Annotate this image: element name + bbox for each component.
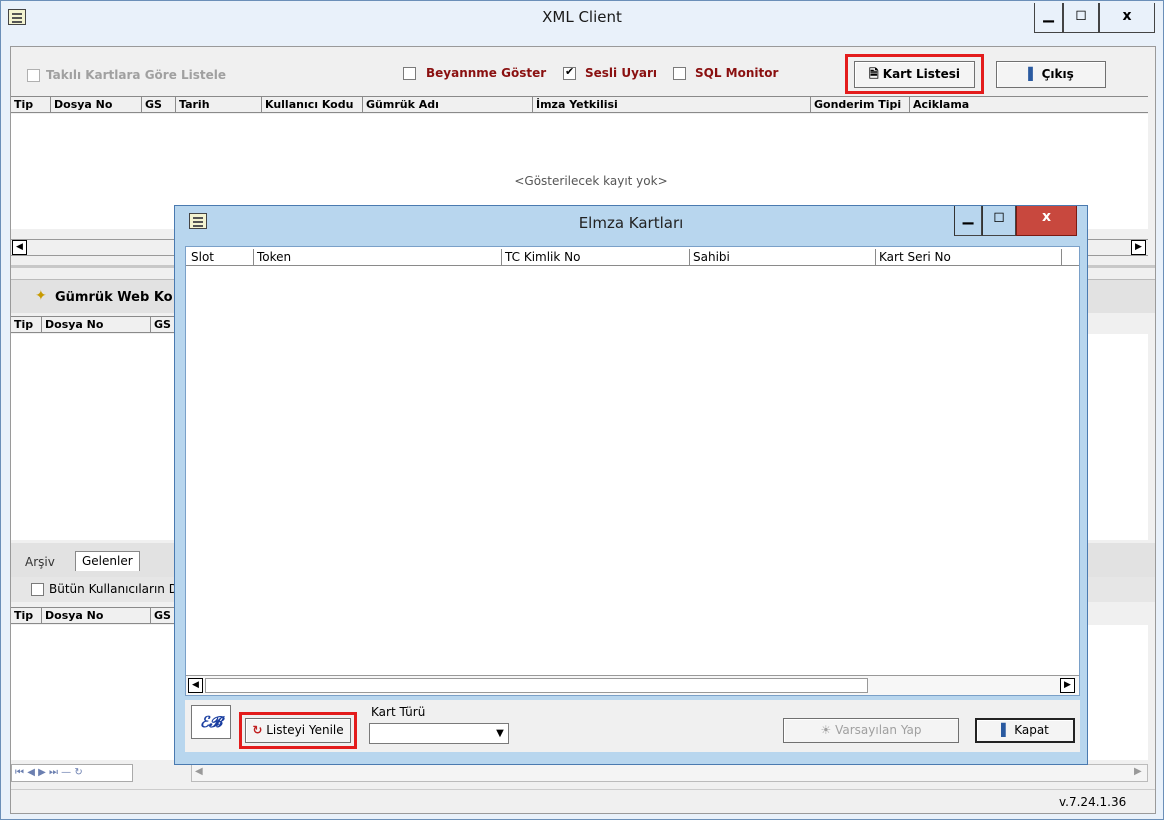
minimize-button[interactable]: ▁ — [1034, 3, 1063, 33]
close-icon: x — [1122, 8, 1132, 24]
col-tc-kimlik-no[interactable]: TC Kimlik No — [502, 249, 690, 265]
dialog-grid: Slot Token TC Kimlik No Sahibi Kart Seri… — [185, 246, 1080, 696]
col-gonderim-tipi[interactable]: Gonderim Tipi — [811, 97, 910, 113]
nav-delete-icon[interactable]: — — [61, 767, 71, 778]
close-icon: x — [1041, 209, 1052, 225]
dialog-title: Elmza Kartları — [578, 214, 684, 232]
filter-checkbox[interactable] — [27, 69, 40, 82]
varsayilan-yap-label: Varsayılan Yap — [835, 723, 922, 737]
empty-text: <Gösterilecek kayıt yok> — [514, 174, 668, 188]
web-panel-title: Gümrük Web Ko — [55, 290, 173, 305]
maximize-button[interactable]: ◻ — [1063, 3, 1099, 33]
nav-refresh-icon[interactable]: ↻ — [74, 767, 82, 778]
col-gumruk-adi[interactable]: Gümrük Adı — [363, 97, 533, 113]
cikis-button[interactable]: ▌ Çıkış — [996, 61, 1106, 88]
toolbar: Takılı Kartlara Göre Listele Beyannme Gö… — [11, 47, 1155, 97]
scroll-right-icon[interactable]: ▶ — [1060, 678, 1075, 693]
beyanname-checkbox[interactable] — [403, 67, 416, 80]
sun-icon: ☀ — [820, 723, 832, 737]
col-tip[interactable]: Tip — [11, 317, 42, 333]
col-tip[interactable]: Tip — [11, 97, 51, 113]
kart-turu-select[interactable]: ▼ — [369, 723, 509, 744]
dialog-hscrollbar[interactable]: ◀ ▶ — [186, 675, 1079, 695]
col-kullanici-kodu[interactable]: Kullanıcı Kodu — [262, 97, 363, 113]
col-kart-seri-no[interactable]: Kart Seri No — [876, 249, 1062, 265]
beyanname-label: Beyannme Göster — [426, 66, 547, 80]
highlight-kart-listesi — [845, 54, 984, 94]
all-users-checkbox[interactable] — [31, 583, 44, 596]
tab-gelenler[interactable]: Gelenler — [75, 551, 140, 571]
col-sahibi[interactable]: Sahibi — [690, 249, 876, 265]
close-button[interactable]: x — [1099, 3, 1155, 33]
scroll-left-icon[interactable]: ◀ — [195, 766, 203, 777]
exit-door-icon: ▌ — [1028, 67, 1038, 81]
status-bar: v.7.24.1.36 — [11, 789, 1155, 813]
col-dosya-no[interactable]: Dosya No — [42, 317, 151, 333]
title-bar: XML Client ▁ ◻ x — [1, 1, 1163, 36]
varsayilan-yap-button[interactable]: ☀ Varsayılan Yap — [783, 718, 959, 743]
scroll-thumb[interactable] — [205, 678, 868, 693]
nav-next-icon[interactable]: ▶ — [38, 767, 46, 778]
eb-logo-icon: ℰ𝓑 — [191, 705, 231, 739]
filter-label: Takılı Kartlara Göre Listele — [46, 68, 227, 82]
dialog-minimize-button[interactable]: ▁ — [954, 206, 982, 236]
col-token[interactable]: Token — [254, 249, 502, 265]
web-grid-header: Tip Dosya No GS — [11, 316, 181, 333]
nav-first-icon[interactable]: ⏮ — [15, 767, 24, 778]
scroll-right-icon[interactable]: ▶ — [1134, 766, 1142, 777]
lower-grid-header: Tip Dosya No GS — [11, 607, 181, 624]
scroll-left-icon[interactable]: ◀ — [188, 678, 203, 693]
col-gs[interactable]: GS — [142, 97, 176, 113]
exit-door-icon: ▌ — [1001, 723, 1011, 737]
chevron-down-icon[interactable]: ▼ — [492, 725, 508, 742]
minimize-icon: ▁ — [1043, 7, 1054, 23]
kapat-label: Kapat — [1014, 723, 1049, 737]
kapat-button[interactable]: ▌ Kapat — [975, 718, 1075, 743]
dialog-footer: ℰ𝓑 ↻ Listeyi Yenile Kart Türü ▼ ☀ Varsay… — [185, 700, 1080, 752]
col-dosya-no[interactable]: Dosya No — [51, 97, 142, 113]
nav-last-icon[interactable]: ⏭ — [49, 767, 58, 778]
dialog-close-button[interactable]: x — [1016, 206, 1077, 236]
sql-label: SQL Monitor — [695, 66, 779, 80]
kart-turu-label: Kart Türü — [371, 705, 426, 719]
all-users-label: Bütün Kullanıcıların D — [49, 582, 178, 596]
record-navigator[interactable]: ⏮ ◀ ▶ ⏭ — ↻ — [11, 764, 133, 782]
sesli-label: Sesli Uyarı — [585, 66, 658, 80]
col-slot[interactable]: Slot — [188, 249, 254, 265]
col-aciklama[interactable]: Aciklama — [910, 97, 1148, 113]
minimize-icon: ▁ — [962, 209, 974, 225]
nav-prev-icon[interactable]: ◀ — [27, 767, 35, 778]
dialog-grid-header: Slot Token TC Kimlik No Sahibi Kart Seri… — [186, 249, 1079, 266]
col-dosya-no[interactable]: Dosya No — [42, 608, 151, 624]
col-imza-yetkilisi[interactable]: İmza Yetkilisi — [533, 97, 811, 113]
cikis-label: Çıkış — [1041, 67, 1074, 81]
highlight-listeyi-yenile — [239, 712, 357, 749]
puzzle-icon: ✦ — [35, 288, 47, 304]
lower-hscrollbar[interactable]: ◀ ▶ — [191, 764, 1148, 782]
col-tip[interactable]: Tip — [11, 608, 42, 624]
sesli-checkbox[interactable] — [563, 65, 576, 80]
tab-arsiv[interactable]: Arşiv — [19, 553, 61, 573]
col-tarih[interactable]: Tarih — [176, 97, 262, 113]
main-grid-header: Tip Dosya No GS Tarih Kullanıcı Kodu Güm… — [11, 96, 1148, 113]
sql-checkbox[interactable] — [673, 67, 686, 80]
dialog-maximize-button[interactable]: ◻ — [982, 206, 1016, 236]
version-label: v.7.24.1.36 — [1059, 795, 1127, 809]
window-title: XML Client — [542, 8, 622, 26]
maximize-icon: ◻ — [993, 209, 1005, 225]
maximize-icon: ◻ — [1075, 7, 1087, 23]
elmza-kartlari-dialog: Elmza Kartları ▁ ◻ x Slot Token TC Kimli… — [174, 205, 1088, 765]
scroll-left-icon[interactable]: ◀ — [12, 240, 27, 255]
scroll-right-icon[interactable]: ▶ — [1131, 240, 1146, 255]
